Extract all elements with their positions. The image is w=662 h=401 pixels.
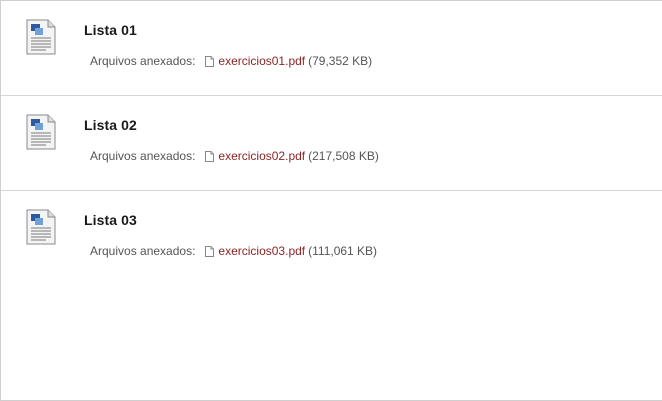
document-icon[interactable] bbox=[26, 114, 56, 150]
attachments-label: Arquivos anexados: bbox=[90, 149, 196, 163]
attachments-label: Arquivos anexados: bbox=[90, 244, 196, 258]
attachments-row: Arquivos anexados: exercicios03.pdf (111… bbox=[90, 244, 377, 258]
file-size: (111,061 KB) bbox=[308, 244, 378, 258]
item-title[interactable]: Lista 03 bbox=[84, 212, 137, 228]
file-icon bbox=[205, 55, 215, 67]
item-title[interactable]: Lista 01 bbox=[84, 22, 137, 38]
file-size: (79,352 KB) bbox=[308, 54, 373, 68]
attachments-label: Arquivos anexados: bbox=[90, 54, 196, 68]
file-size: (217,508 KB) bbox=[308, 149, 379, 163]
list-item: Lista 02 Arquivos anexados: exercicios02… bbox=[1, 96, 662, 191]
attachments-row: Arquivos anexados: exercicios01.pdf (79,… bbox=[90, 54, 372, 68]
file-icon bbox=[205, 245, 215, 257]
file-icon bbox=[205, 150, 215, 162]
file-link[interactable]: exercicios01.pdf bbox=[218, 54, 305, 68]
list-item: Lista 01 Arquivos anexados: exercicios01… bbox=[1, 1, 662, 96]
file-link[interactable]: exercicios03.pdf bbox=[218, 244, 305, 258]
file-link[interactable]: exercicios02.pdf bbox=[218, 149, 305, 163]
content-list: Lista 01 Arquivos anexados: exercicios01… bbox=[0, 0, 662, 401]
list-item: Lista 03 Arquivos anexados: exercicios03… bbox=[1, 191, 662, 286]
attachments-row: Arquivos anexados: exercicios02.pdf (217… bbox=[90, 149, 379, 163]
document-icon[interactable] bbox=[26, 19, 56, 55]
document-icon[interactable] bbox=[26, 209, 56, 245]
item-title[interactable]: Lista 02 bbox=[84, 117, 137, 133]
